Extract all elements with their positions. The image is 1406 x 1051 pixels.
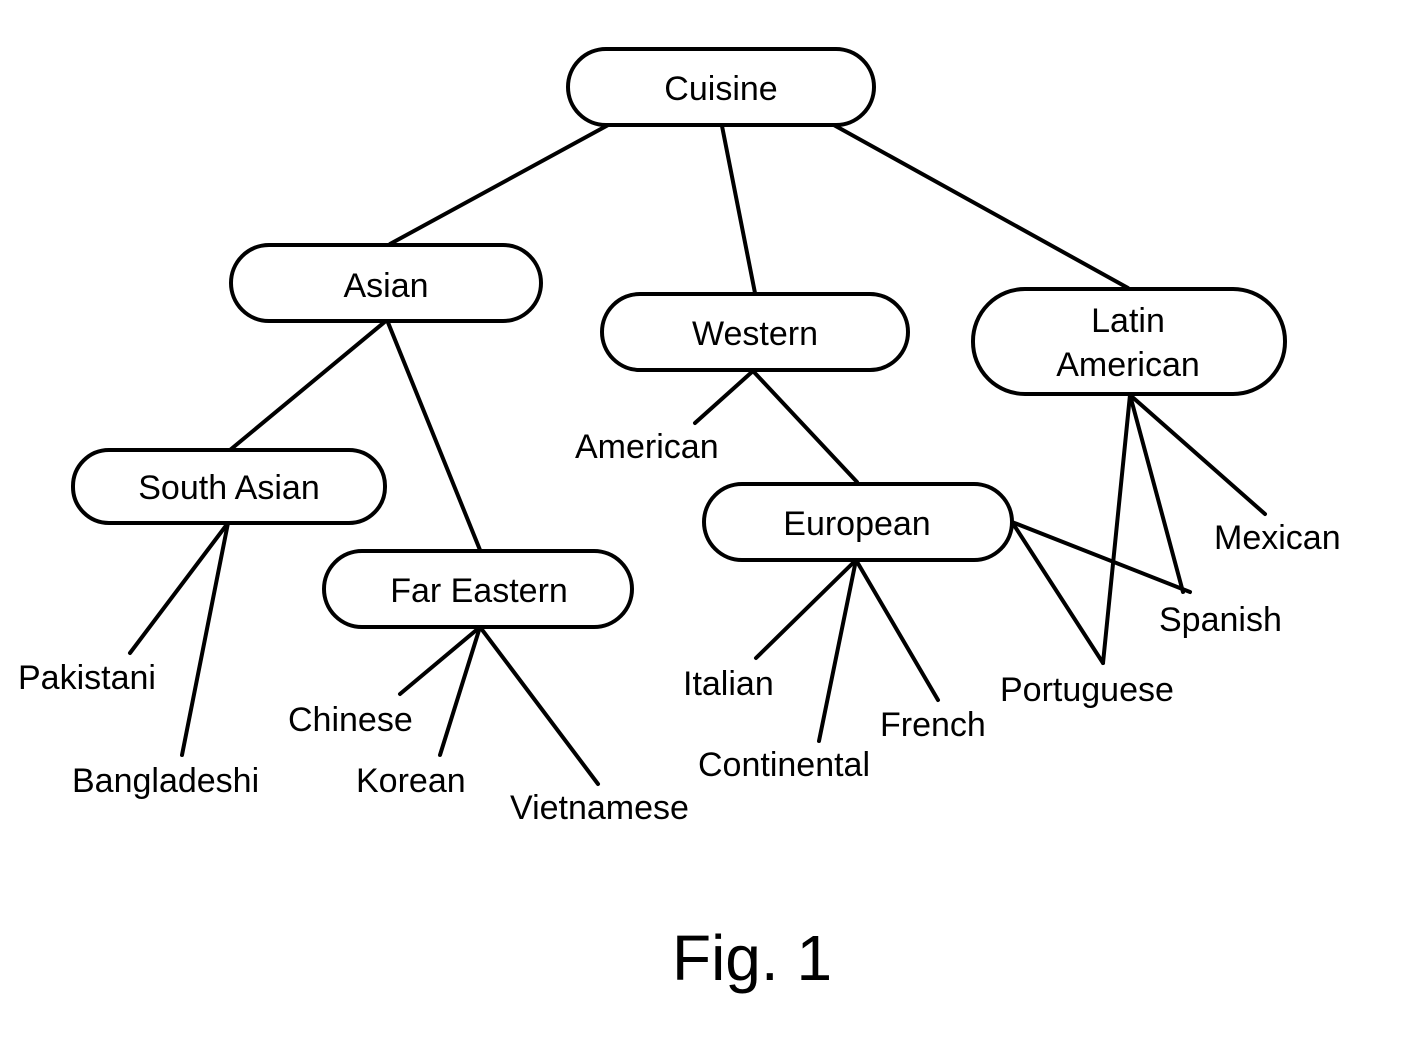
leaf-continental: Continental [698,746,870,784]
edge-cuisine-western [720,124,757,295]
node-cuisine: Cuisine [566,47,876,127]
leaf-chinese: Chinese [288,701,413,739]
leaf-mexican: Mexican [1214,519,1341,557]
node-label: European [783,505,930,543]
leaf-vietnamese: Vietnamese [510,789,689,827]
leaf-american: American [575,428,719,466]
edge-western-american [693,369,755,425]
node-western: Western [600,292,910,372]
edge-european-portuguese [1010,520,1105,665]
edge-far-eastern-vietnamese [478,625,600,786]
node-asian: Asian [229,243,543,323]
node-label-line-1: Latin [1091,302,1165,340]
edge-european-french [854,558,940,702]
leaf-spanish: Spanish [1159,601,1282,639]
edge-cuisine-asian [388,122,612,246]
edge-asian-south-asian [228,318,389,452]
edge-latin-american-mexican [1128,393,1267,516]
edge-asian-far-eastern [385,318,482,552]
leaf-italian: Italian [683,665,774,703]
edge-latin-american-spanish [1128,393,1185,594]
cuisine-taxonomy-diagram: Cuisine Asian Western Latin American Sou… [18,47,1341,994]
node-european: European [702,482,1014,562]
node-label: South Asian [138,469,319,507]
edge-european-spanish [1010,520,1192,594]
edge-cuisine-latin-american [830,122,1130,290]
edge-south-asian-bangladeshi [180,521,230,757]
leaf-french: French [880,706,986,744]
node-label: Cuisine [664,70,777,108]
leaf-portuguese: Portuguese [1000,671,1174,709]
leaf-pakistani: Pakistani [18,659,156,697]
node-label: Western [692,315,818,353]
node-latin-american: Latin American [971,287,1287,396]
edge-western-european [751,369,859,484]
leaf-bangladeshi: Bangladeshi [72,762,259,800]
edge-european-continental [817,558,858,743]
node-far-eastern: Far Eastern [322,549,634,629]
leaf-korean: Korean [356,762,466,800]
node-label: Far Eastern [390,572,568,610]
figure-caption: Fig. 1 [672,922,832,994]
node-south-asian: South Asian [71,448,387,525]
node-label-line-2: American [1056,346,1200,384]
edge-latin-american-portuguese [1101,393,1132,665]
node-label: Asian [343,267,428,305]
